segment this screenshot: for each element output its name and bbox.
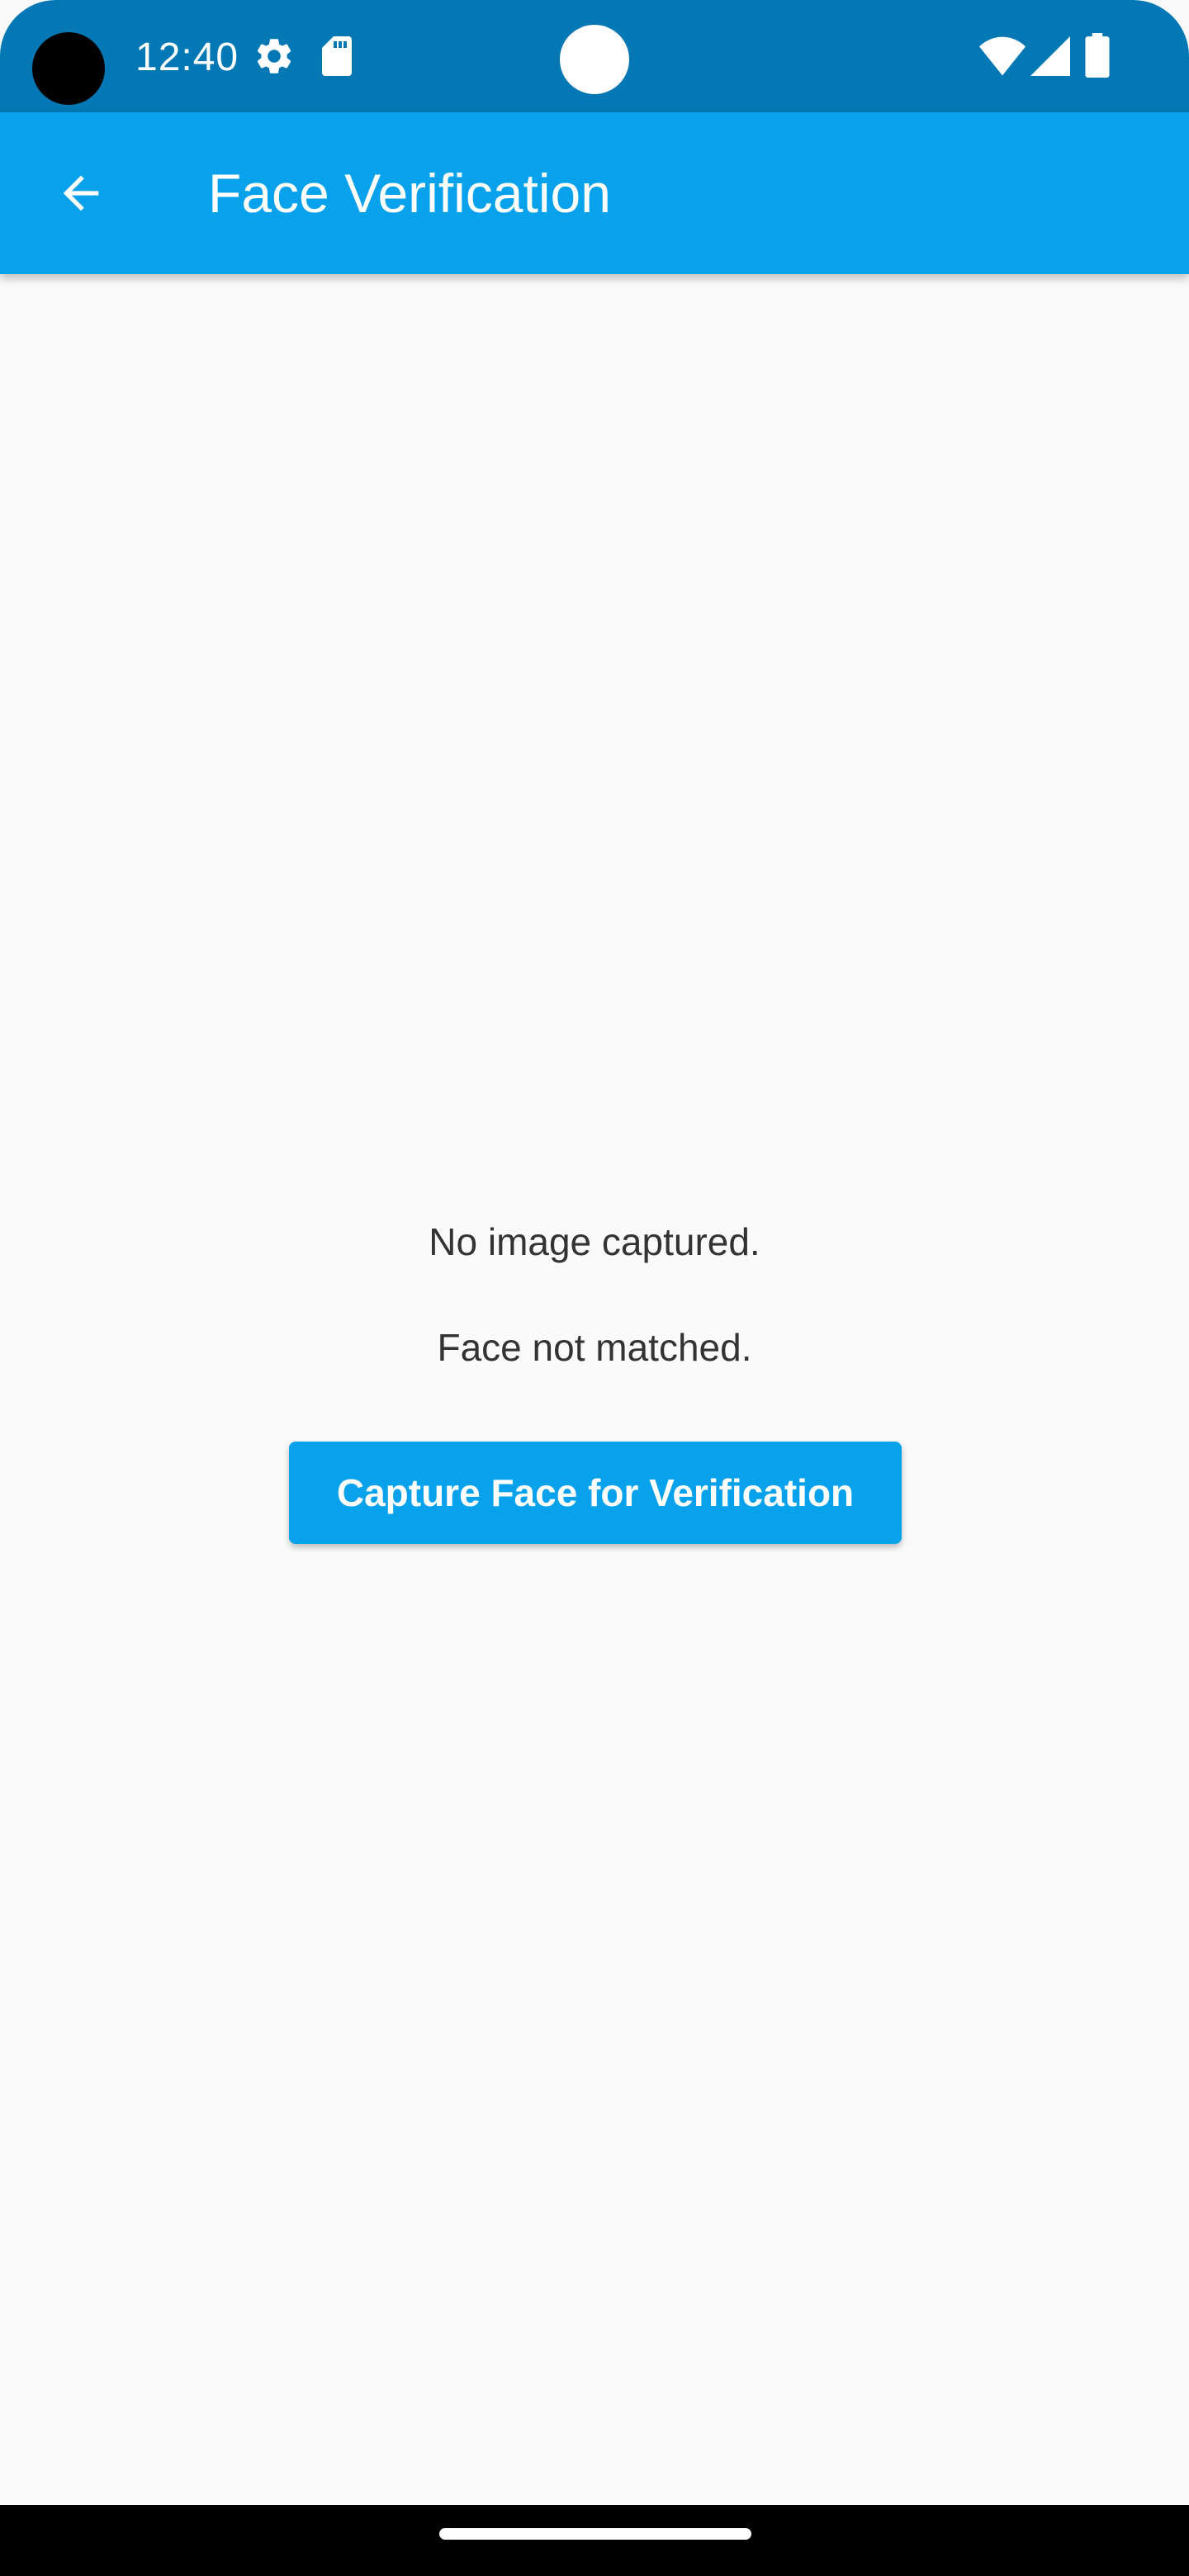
sd-card-icon — [322, 36, 352, 76]
battery-icon — [1085, 33, 1110, 78]
phone-screen: 12:40 Face Verification No image capture… — [0, 0, 1189, 2576]
match-status-text: Face not matched. — [437, 1326, 752, 1369]
status-time: 12:40 — [135, 36, 239, 79]
image-status-text: No image captured. — [429, 1220, 760, 1263]
capture-face-button[interactable]: Capture Face for Verification — [289, 1442, 902, 1544]
app-bar: Face Verification — [0, 112, 1189, 274]
status-bar: 12:40 — [0, 0, 1189, 112]
arrow-back-icon — [63, 175, 99, 211]
cellular-signal-icon — [1030, 36, 1070, 76]
wifi-icon — [979, 36, 1026, 76]
front-camera-cutout — [32, 32, 105, 105]
back-button[interactable] — [33, 145, 129, 241]
settings-gear-icon — [257, 39, 291, 73]
main-content: No image captured. Face not matched. Cap… — [0, 274, 1189, 2505]
center-status-dot — [560, 25, 629, 94]
navigation-bar — [0, 2505, 1189, 2576]
home-indicator[interactable] — [439, 2528, 751, 2540]
page-title: Face Verification — [208, 163, 611, 224]
